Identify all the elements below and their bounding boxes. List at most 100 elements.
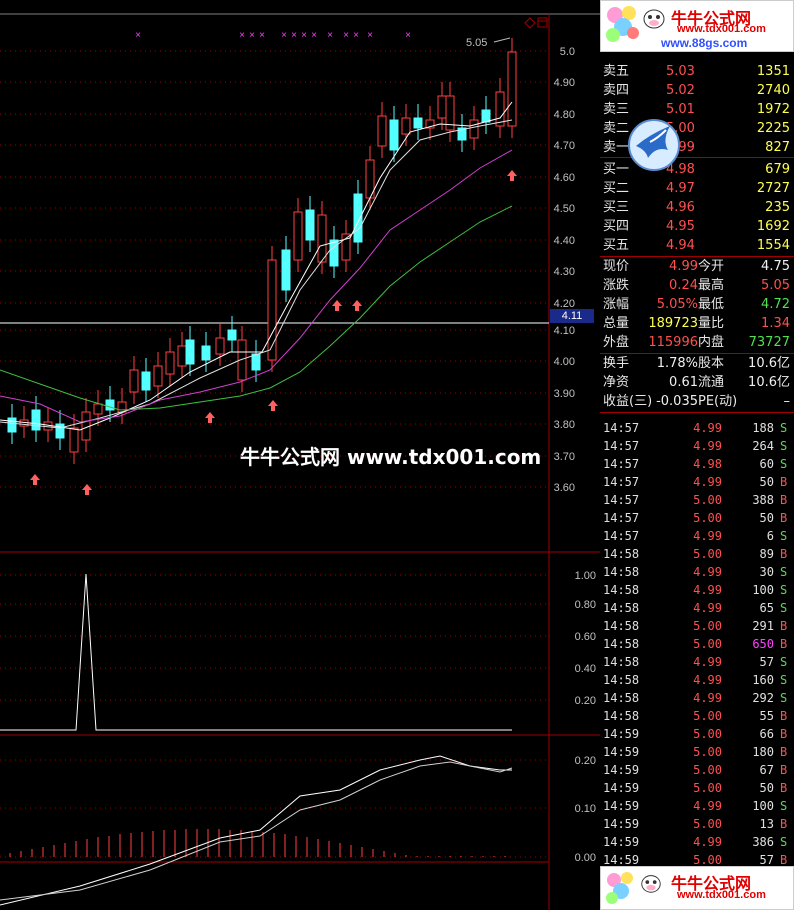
tick-direction: S — [780, 691, 788, 705]
quote-label: 净资 — [603, 375, 630, 390]
tick-time: 14:58 — [603, 637, 640, 651]
candle-body — [495, 91, 505, 127]
price-axis-label: 3.70 — [554, 451, 575, 463]
tick-row[interactable]: 14:58 4.99 292 S — [600, 689, 794, 707]
order-book-row[interactable]: 卖五 5.03 1351 — [600, 63, 794, 81]
tick-volume: 60 — [759, 457, 774, 471]
tick-time: 14:58 — [603, 565, 640, 579]
tick-price: 4.99 — [693, 691, 722, 705]
tick-row[interactable]: 14:57 4.99 50 B — [600, 473, 794, 491]
tick-row[interactable]: 14:59 4.99 386 S — [600, 833, 794, 851]
tick-row[interactable]: 14:57 4.98 60 S — [600, 455, 794, 473]
site-watermark: 牛牛公式网 www.tdx001.com — [240, 445, 542, 469]
order-book-row[interactable]: 买三 4.96 235 — [600, 199, 794, 217]
order-level-label: 买三 — [603, 200, 630, 215]
tick-volume: 50 — [759, 781, 774, 795]
quote-label: 量比 — [698, 316, 725, 331]
tick-price: 5.00 — [693, 745, 722, 759]
tick-row[interactable]: 14:58 5.00 291 B — [600, 617, 794, 635]
tick-volume: 67 — [759, 763, 774, 777]
kline-chart-area[interactable]: 5.0 4.90 4.80 4.70 4.60 4.50 4.40 4.30 4.20 4.10 4… — [0, 0, 600, 910]
candle-body — [215, 337, 225, 355]
quote-row-price: 现价 4.99 今开 4.75 — [600, 258, 794, 276]
tick-price: 5.00 — [693, 763, 722, 777]
macd-dif-line — [0, 755, 512, 906]
tick-volume: 264 — [752, 439, 774, 453]
tick-row[interactable]: 14:58 4.99 65 S — [600, 599, 794, 617]
quote-label: 涨跌 — [603, 278, 630, 293]
tick-row[interactable]: 14:57 4.99 264 S — [600, 437, 794, 455]
tick-price: 5.00 — [693, 727, 722, 741]
tick-row[interactable]: 14:59 5.00 66 B — [600, 725, 794, 743]
tick-volume: 100 — [752, 583, 774, 597]
tick-direction: S — [780, 601, 788, 615]
indicator-axis-label: 0.20 — [575, 695, 596, 707]
cow-icon — [641, 875, 661, 893]
tick-row[interactable]: 14:58 5.00 89 B — [600, 545, 794, 563]
tick-row[interactable]: 14:58 5.00 55 B — [600, 707, 794, 725]
tick-row[interactable]: 14:57 5.00 50 B — [600, 509, 794, 527]
tick-row[interactable]: 14:58 4.99 30 S — [600, 563, 794, 581]
order-book-row[interactable]: 卖四 5.02 2740 — [600, 82, 794, 100]
tick-volume: 57 — [759, 655, 774, 669]
price-axis-label: 4.30 — [554, 266, 575, 278]
tick-price: 4.99 — [693, 799, 722, 813]
order-level-label: 买五 — [603, 238, 630, 253]
tick-time: 14:58 — [603, 547, 640, 561]
tick-volume: 55 — [759, 709, 774, 723]
order-book-row[interactable]: 买四 4.95 1692 — [600, 218, 794, 236]
tick-row[interactable]: 14:57 4.99 6 S — [600, 527, 794, 545]
current-price-tag: 4.11 — [550, 309, 594, 323]
price-axis-label: 4.70 — [554, 140, 575, 152]
candle-body — [31, 409, 41, 431]
order-price: 4.94 — [666, 238, 695, 253]
candle-body — [353, 193, 363, 243]
tick-row[interactable]: 14:59 5.00 67 B — [600, 761, 794, 779]
tick-direction: B — [780, 511, 788, 525]
quote-divider — [600, 353, 794, 354]
tick-row[interactable]: 14:59 5.00 50 B — [600, 779, 794, 797]
tick-volume: 386 — [752, 835, 774, 849]
tick-row[interactable]: 14:57 5.00 388 B — [600, 491, 794, 509]
price-axis-label: 4.10 — [554, 325, 575, 337]
indicator-axis-label: 0.60 — [575, 631, 596, 643]
quote-value: 189723 — [648, 316, 698, 331]
order-book-row[interactable]: 买五 4.94 1554 — [600, 237, 794, 255]
quote-value: 0.24 — [669, 278, 698, 293]
tick-row[interactable]: 14:58 4.99 100 S — [600, 581, 794, 599]
candle-body — [413, 117, 423, 129]
tick-row[interactable]: 14:58 4.99 160 S — [600, 671, 794, 689]
tick-volume: 180 — [752, 745, 774, 759]
quote-row-outer: 外盘 115996 内盘 73727 — [600, 334, 794, 352]
buy-signal-arrow — [82, 484, 92, 495]
quote-label: 今开 — [698, 259, 725, 274]
candle-body — [507, 51, 517, 127]
indicator-axis-label: 1.00 — [575, 570, 596, 582]
tick-row[interactable]: 14:59 5.00 180 B — [600, 743, 794, 761]
candle-body — [281, 249, 291, 291]
tick-direction: S — [780, 529, 788, 543]
window-icon[interactable] — [537, 17, 548, 28]
candle-body — [437, 95, 447, 119]
tick-row[interactable]: 14:57 4.99 188 S — [600, 419, 794, 437]
tick-volume: 13 — [759, 817, 774, 831]
tick-direction: S — [780, 565, 788, 579]
tick-row[interactable]: 14:58 4.99 57 S — [600, 653, 794, 671]
quote-value: 115996 — [648, 335, 698, 350]
quote-panel: 卖五 5.03 1351 卖四 5.02 2740 卖三 5.01 1972 卖二 5.00 2225… — [600, 0, 794, 910]
tick-row[interactable]: 14:58 5.00 650 B — [600, 635, 794, 653]
tick-direction: B — [780, 493, 788, 507]
quote-value: 5.05% — [656, 297, 698, 312]
tick-time: 14:58 — [603, 655, 640, 669]
tick-time: 14:58 — [603, 583, 640, 597]
diamond-icon[interactable] — [524, 17, 536, 29]
indicator-axis-label: 0.40 — [575, 663, 596, 675]
order-book-row[interactable]: 买二 4.97 2727 — [600, 180, 794, 198]
tick-time: 14:57 — [603, 421, 640, 435]
tick-row[interactable]: 14:59 4.99 100 S — [600, 797, 794, 815]
tick-row[interactable]: 14:59 5.00 13 B — [600, 815, 794, 833]
tick-volume: 100 — [752, 799, 774, 813]
tick-price: 4.99 — [693, 673, 722, 687]
tick-volume: 50 — [759, 475, 774, 489]
price-axis-label: 3.60 — [554, 482, 575, 494]
